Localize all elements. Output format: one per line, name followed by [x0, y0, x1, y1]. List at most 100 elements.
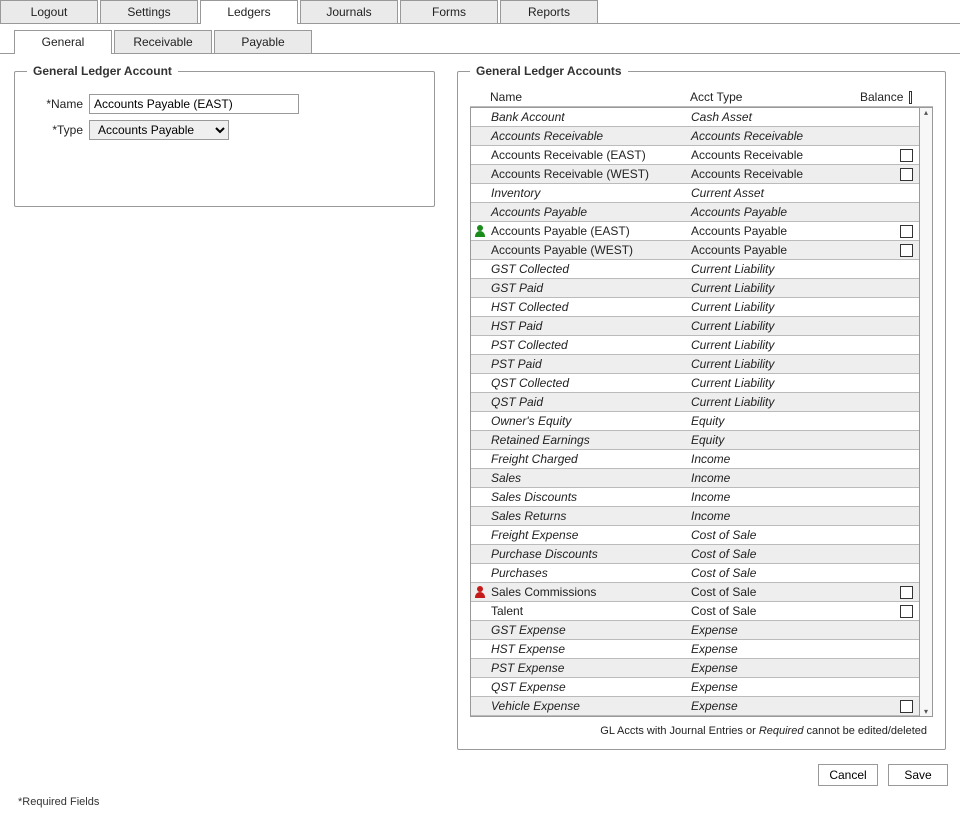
- row-type: Current Liability: [691, 338, 861, 352]
- row-balance-checkbox[interactable]: [900, 244, 913, 257]
- table-row[interactable]: Accounts ReceivableAccounts Receivable: [471, 127, 919, 146]
- table-row[interactable]: Accounts Payable (EAST)Accounts Payable: [471, 222, 919, 241]
- ledger-accounts-fieldset: General Ledger Accounts Name Acct Type B…: [457, 64, 946, 750]
- table-row[interactable]: PST PaidCurrent Liability: [471, 355, 919, 374]
- row-type: Equity: [691, 433, 861, 447]
- row-name: PST Expense: [489, 661, 691, 675]
- table-row[interactable]: InventoryCurrent Asset: [471, 184, 919, 203]
- name-label: Name: [27, 97, 83, 111]
- table-row[interactable]: Sales CommissionsCost of Sale: [471, 583, 919, 602]
- table-row[interactable]: Accounts PayableAccounts Payable: [471, 203, 919, 222]
- row-name: QST Collected: [489, 376, 691, 390]
- table-row[interactable]: QST CollectedCurrent Liability: [471, 374, 919, 393]
- table-row[interactable]: Bank AccountCash Asset: [471, 108, 919, 127]
- name-input[interactable]: [89, 94, 299, 114]
- row-name: GST Expense: [489, 623, 691, 637]
- table-row[interactable]: Retained EarningsEquity: [471, 431, 919, 450]
- table-row[interactable]: QST PaidCurrent Liability: [471, 393, 919, 412]
- table-row[interactable]: TalentCost of Sale: [471, 602, 919, 621]
- table-row[interactable]: GST ExpenseExpense: [471, 621, 919, 640]
- balance-header-checkbox[interactable]: [909, 91, 912, 104]
- type-select[interactable]: Accounts Payable: [89, 120, 229, 140]
- tab-forms[interactable]: Forms: [400, 0, 498, 23]
- subtab-receivable[interactable]: Receivable: [114, 30, 212, 53]
- main-tab-bar: LogoutSettingsLedgersJournalsFormsReport…: [0, 0, 960, 24]
- row-name: Sales Discounts: [489, 490, 691, 504]
- row-type: Accounts Receivable: [691, 167, 861, 181]
- row-balance-checkbox[interactable]: [900, 586, 913, 599]
- row-name: HST Expense: [489, 642, 691, 656]
- table-row[interactable]: Accounts Receivable (WEST)Accounts Recei…: [471, 165, 919, 184]
- row-type: Current Asset: [691, 186, 861, 200]
- row-type: Income: [691, 490, 861, 504]
- row-name: Purchase Discounts: [489, 547, 691, 561]
- table-row[interactable]: SalesIncome: [471, 469, 919, 488]
- table-row[interactable]: Vehicle ExpenseExpense: [471, 697, 919, 716]
- row-type: Cost of Sale: [691, 585, 861, 599]
- row-balance-checkbox[interactable]: [900, 168, 913, 181]
- row-type: Cost of Sale: [691, 566, 861, 580]
- table-row[interactable]: HST ExpenseExpense: [471, 640, 919, 659]
- table-row[interactable]: GST CollectedCurrent Liability: [471, 260, 919, 279]
- table-row[interactable]: Sales DiscountsIncome: [471, 488, 919, 507]
- header-name[interactable]: Name: [488, 90, 690, 104]
- row-name: GST Collected: [489, 262, 691, 276]
- table-row[interactable]: PST CollectedCurrent Liability: [471, 336, 919, 355]
- cancel-button[interactable]: Cancel: [818, 764, 878, 786]
- table-row[interactable]: Sales ReturnsIncome: [471, 507, 919, 526]
- row-name: Freight Expense: [489, 528, 691, 542]
- tab-logout[interactable]: Logout: [0, 0, 98, 23]
- row-type: Cost of Sale: [691, 604, 861, 618]
- row-name: Vehicle Expense: [489, 699, 691, 713]
- row-name: QST Expense: [489, 680, 691, 694]
- row-type: Income: [691, 471, 861, 485]
- save-button[interactable]: Save: [888, 764, 948, 786]
- row-type: Current Liability: [691, 357, 861, 371]
- tab-journals[interactable]: Journals: [300, 0, 398, 23]
- row-name: PST Paid: [489, 357, 691, 371]
- row-type: Current Liability: [691, 300, 861, 314]
- grid-header: Name Acct Type Balance: [470, 88, 933, 107]
- table-row[interactable]: HST PaidCurrent Liability: [471, 317, 919, 336]
- tab-settings[interactable]: Settings: [100, 0, 198, 23]
- table-row[interactable]: Accounts Receivable (EAST)Accounts Recei…: [471, 146, 919, 165]
- table-row[interactable]: Freight ExpenseCost of Sale: [471, 526, 919, 545]
- row-balance-checkbox[interactable]: [900, 700, 913, 713]
- table-row[interactable]: Freight ChargedIncome: [471, 450, 919, 469]
- ledger-account-fieldset: General Ledger Account Name Type Account…: [14, 64, 435, 207]
- row-type: Accounts Payable: [691, 224, 861, 238]
- row-type: Current Liability: [691, 395, 861, 409]
- row-type: Income: [691, 452, 861, 466]
- table-row[interactable]: PST ExpenseExpense: [471, 659, 919, 678]
- row-name: Bank Account: [489, 110, 691, 124]
- table-row[interactable]: GST PaidCurrent Liability: [471, 279, 919, 298]
- table-row[interactable]: Accounts Payable (WEST)Accounts Payable: [471, 241, 919, 260]
- table-row[interactable]: QST ExpenseExpense: [471, 678, 919, 697]
- ledger-accounts-legend: General Ledger Accounts: [470, 64, 628, 78]
- person-icon: [475, 225, 485, 237]
- grid-scrollbar[interactable]: [919, 107, 933, 717]
- row-name: Freight Charged: [489, 452, 691, 466]
- row-type: Expense: [691, 661, 861, 675]
- table-row[interactable]: Purchase DiscountsCost of Sale: [471, 545, 919, 564]
- header-type[interactable]: Acct Type: [690, 90, 860, 104]
- person-icon: [475, 586, 485, 598]
- table-row[interactable]: Owner's EquityEquity: [471, 412, 919, 431]
- subtab-general[interactable]: General: [14, 30, 112, 53]
- row-balance-checkbox[interactable]: [900, 605, 913, 618]
- row-name: Sales Returns: [489, 509, 691, 523]
- table-row[interactable]: HST CollectedCurrent Liability: [471, 298, 919, 317]
- row-balance-checkbox[interactable]: [900, 149, 913, 162]
- table-row[interactable]: PurchasesCost of Sale: [471, 564, 919, 583]
- subtab-payable[interactable]: Payable: [214, 30, 312, 53]
- row-type: Income: [691, 509, 861, 523]
- row-name: Purchases: [489, 566, 691, 580]
- row-type: Expense: [691, 623, 861, 637]
- header-balance[interactable]: Balance: [860, 90, 903, 104]
- row-name: Talent: [489, 604, 691, 618]
- row-balance-checkbox[interactable]: [900, 225, 913, 238]
- row-name: HST Collected: [489, 300, 691, 314]
- tab-ledgers[interactable]: Ledgers: [200, 0, 298, 23]
- tab-reports[interactable]: Reports: [500, 0, 598, 23]
- sub-tab-bar: GeneralReceivablePayable: [0, 24, 960, 54]
